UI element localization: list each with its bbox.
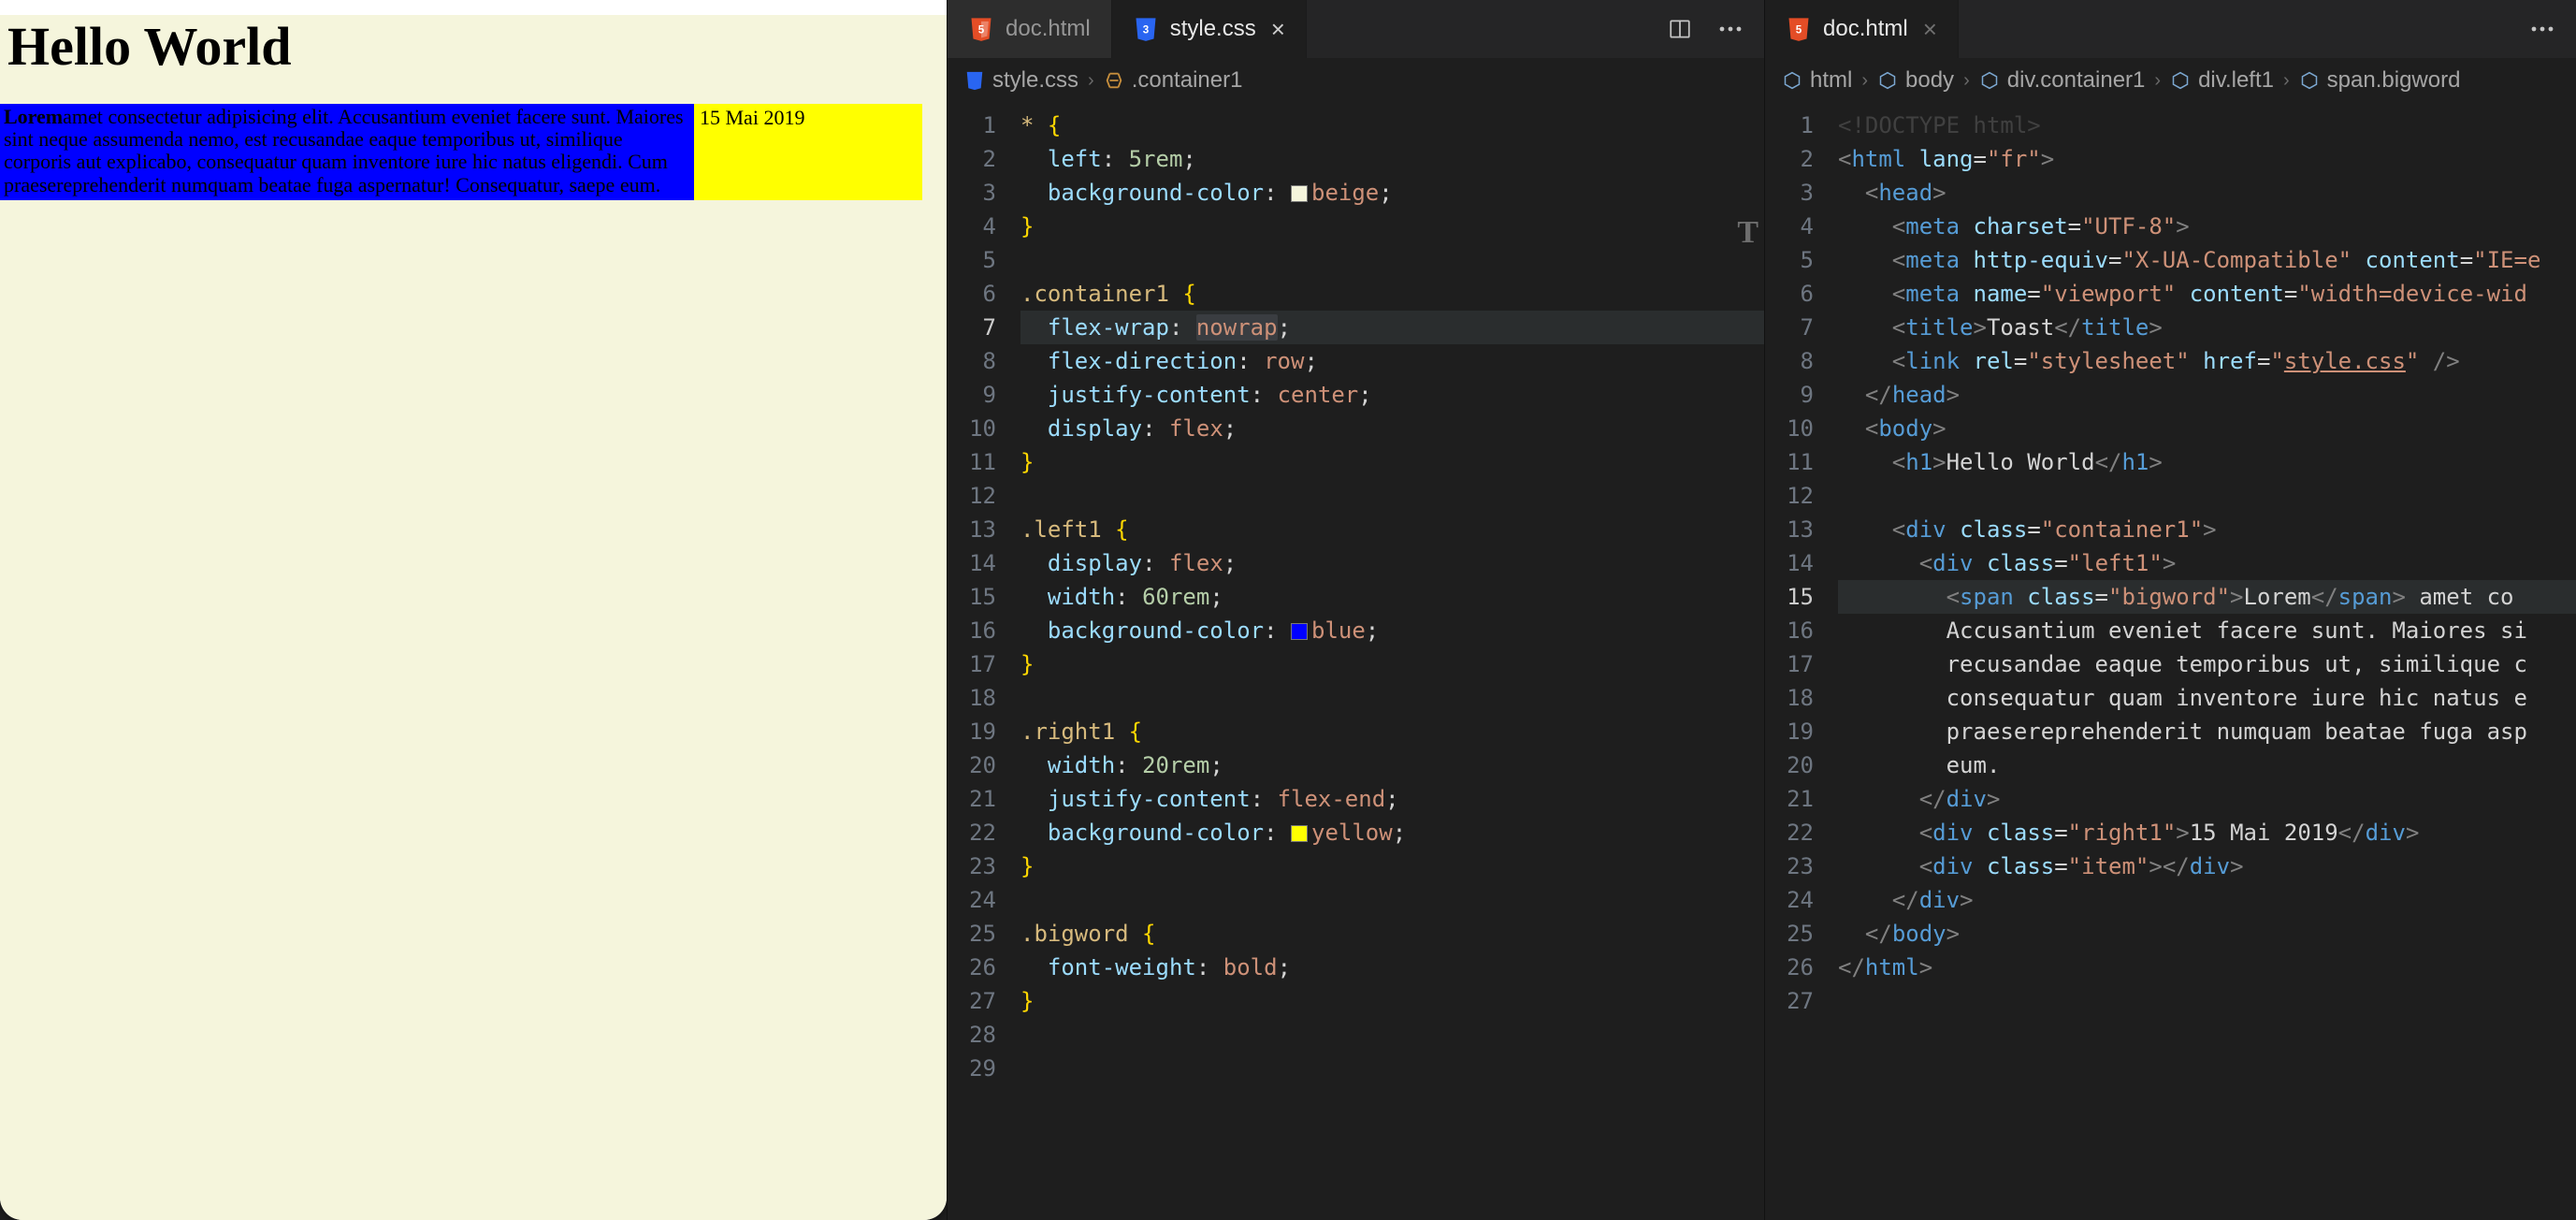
vscode-window: Hello World Loremamet consectetur adipis…	[0, 0, 2576, 1220]
editor-actions	[2525, 12, 2576, 46]
crumb-label: style.css	[992, 67, 1078, 94]
crumb-label: .container1	[1132, 67, 1243, 94]
symbol-box-icon	[1877, 70, 1898, 91]
rendered-page: Hello World Loremamet consectetur adipis…	[0, 15, 947, 1220]
close-icon[interactable]: ×	[1923, 15, 1937, 44]
css3-icon	[964, 70, 985, 91]
crumb-label: div.left1	[2198, 67, 2274, 94]
symbol-box-icon	[2299, 70, 2320, 91]
right1-box: 15 Mai 2019	[694, 104, 922, 200]
crumb-label: span.bigword	[2327, 67, 2461, 94]
chevron-right-icon: ›	[2283, 70, 2290, 92]
css3-icon: 3	[1133, 16, 1159, 42]
page-heading: Hello World	[7, 15, 947, 78]
chevron-right-icon: ›	[1963, 70, 1970, 92]
crumb-left1[interactable]: div.left1	[2170, 67, 2274, 94]
crumb-label: div.container1	[2007, 67, 2146, 94]
line-gutter: 1234567891011121314151617181920212223242…	[1765, 103, 1829, 1220]
close-icon[interactable]: ×	[1271, 15, 1285, 44]
tab-doc-html[interactable]: 5 doc.html	[948, 0, 1112, 58]
container1: Loremamet consectetur adipisicing elit. …	[0, 104, 947, 200]
svg-text:3: 3	[1142, 24, 1149, 36]
line-gutter: 1234567891011121314151617181920212223242…	[948, 103, 1011, 1220]
code-lines[interactable]: * { left: 5rem; background-color: beige;…	[1011, 103, 1764, 1220]
crumb-html[interactable]: html	[1782, 67, 1852, 94]
editor-actions	[1663, 12, 1764, 46]
chevron-right-icon: ›	[2154, 70, 2161, 92]
tab-doc-html[interactable]: 5 doc.html ×	[1765, 0, 1959, 58]
chevron-right-icon: ›	[1088, 70, 1094, 92]
code-lines[interactable]: <!DOCTYPE html><html lang="fr"> <head> <…	[1829, 103, 2576, 1220]
tab-label: doc.html	[1006, 16, 1091, 42]
editor-group-css: 5 doc.html 3 style.css ×	[947, 0, 1764, 1220]
svg-text:5: 5	[1796, 24, 1802, 36]
symbol-icon	[1104, 70, 1124, 91]
breadcrumb[interactable]: html › body › div.container1 › div.left1…	[1765, 58, 2576, 103]
svg-text:5: 5	[978, 24, 985, 36]
code-area[interactable]: 1234567891011121314151617181920212223242…	[1765, 103, 2576, 1220]
lorem-rest: amet consectetur adipisicing elit. Accus…	[4, 105, 684, 196]
split-editor-icon[interactable]	[1663, 12, 1697, 46]
crumb-file[interactable]: style.css	[964, 67, 1078, 94]
more-actions-icon[interactable]	[2525, 12, 2559, 46]
editor-group-html: 5 doc.html × html › body ›	[1764, 0, 2576, 1220]
left1-box: Loremamet consectetur adipisicing elit. …	[0, 104, 694, 200]
minimap-icon: T	[1737, 215, 1758, 251]
browser-preview-pane: Hello World Loremamet consectetur adipis…	[0, 0, 947, 1220]
crumb-container[interactable]: div.container1	[1979, 67, 2146, 94]
code-area[interactable]: 1234567891011121314151617181920212223242…	[948, 103, 1764, 1220]
tab-bar: 5 doc.html 3 style.css ×	[948, 0, 1764, 58]
crumb-body[interactable]: body	[1877, 67, 1954, 94]
more-actions-icon[interactable]	[1714, 12, 1747, 46]
tab-label: style.css	[1170, 16, 1256, 42]
symbol-box-icon	[2170, 70, 2191, 91]
crumb-symbol[interactable]: .container1	[1104, 67, 1243, 94]
symbol-box-icon	[1782, 70, 1802, 91]
breadcrumb[interactable]: style.css › .container1	[948, 58, 1764, 103]
html5-icon: 5	[1786, 16, 1812, 42]
tab-label: doc.html	[1823, 16, 1908, 42]
crumb-label: html	[1810, 67, 1852, 94]
crumb-label: body	[1905, 67, 1954, 94]
chevron-right-icon: ›	[1861, 70, 1868, 92]
tab-bar: 5 doc.html ×	[1765, 0, 2576, 58]
crumb-bigword[interactable]: span.bigword	[2299, 67, 2461, 94]
tab-style-css[interactable]: 3 style.css ×	[1112, 0, 1307, 58]
symbol-box-icon	[1979, 70, 2000, 91]
bigword: Lorem	[4, 105, 63, 128]
html5-icon: 5	[968, 16, 994, 42]
